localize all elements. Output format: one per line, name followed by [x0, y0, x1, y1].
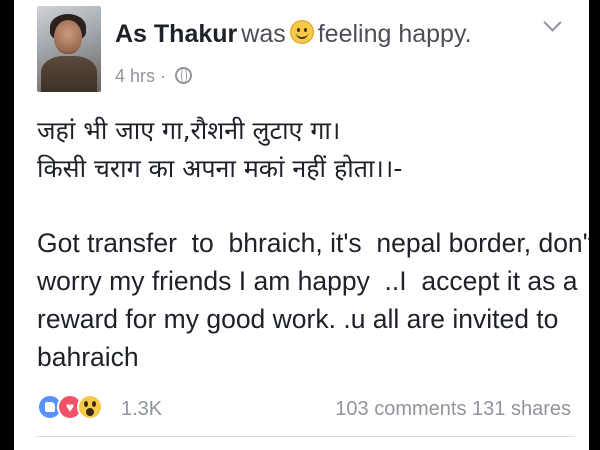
chevron-down-icon[interactable]	[543, 13, 562, 32]
english-line: bahraich	[37, 342, 139, 372]
smiley-icon	[289, 20, 314, 44]
comments-link[interactable]: 103 comments	[335, 398, 466, 420]
timestamp[interactable]: 4 hrs	[115, 66, 155, 86]
post-text-hindi: जहां भी जाए गा,रौशनी लुटाए गा। किसी चराग…	[37, 112, 579, 188]
avatar-body	[41, 56, 97, 92]
post-header: As Thakur was feeling happy. 4 hrs ·	[37, 6, 589, 92]
author-name[interactable]: As Thakur	[115, 20, 237, 48]
hindi-line: किसी चराग का अपना मकां नहीं होता।।-	[37, 154, 403, 183]
globe-icon[interactable]	[175, 67, 193, 84]
shares-link[interactable]: 131 shares	[472, 398, 571, 420]
wow-icon[interactable]	[77, 394, 103, 420]
post-text-english: Got transfer to bhraich, it's nepal bord…	[37, 224, 589, 376]
avatar-face	[54, 20, 82, 54]
reaction-count[interactable]: 1.3K	[121, 398, 162, 421]
post-card: As Thakur was feeling happy. 4 hrs · जहां …	[14, 0, 589, 450]
footer-divider	[37, 436, 575, 437]
activity-feeling[interactable]: feeling happy.	[318, 20, 472, 48]
activity-prefix: was	[241, 20, 286, 48]
meta-separator: ·	[160, 66, 167, 86]
avatar[interactable]	[37, 6, 101, 92]
post-meta: 4 hrs ·	[115, 66, 193, 87]
reaction-icons[interactable]: ♥	[37, 394, 119, 424]
engagement-counts: 103 comments 131 shares	[335, 398, 571, 421]
post-footer: ♥ 1.3K 103 comments 131 shares	[37, 392, 575, 428]
english-line: Got transfer to bhraich, it's nepal bord…	[37, 228, 589, 258]
author-line: As Thakur was feeling happy.	[115, 20, 472, 49]
english-line: worry my friends I am happy ..I accept i…	[37, 266, 578, 296]
english-line: reward for my good work. .u all are invi…	[37, 304, 559, 334]
hindi-line: जहां भी जाए गा,रौशनी लुटाए गा।	[37, 116, 341, 145]
